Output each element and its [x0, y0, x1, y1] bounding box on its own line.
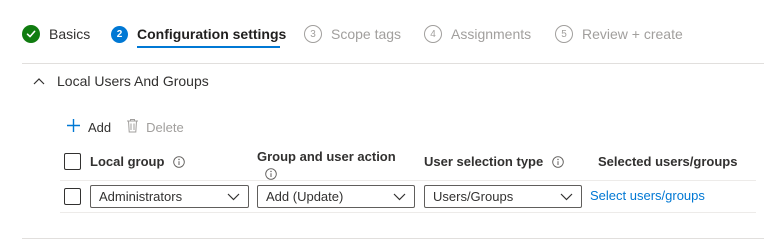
select-users-groups-link[interactable]: Select users/groups — [590, 188, 705, 203]
step-label: Configuration settings — [137, 26, 287, 42]
header-divider — [22, 63, 764, 64]
wizard-steps: Basics 2 Configuration settings 3 Scope … — [0, 0, 771, 64]
info-icon[interactable] — [173, 155, 186, 168]
step-number: 5 — [555, 25, 573, 43]
info-icon[interactable] — [265, 168, 277, 180]
group-user-action-dropdown[interactable]: Add (Update) — [257, 185, 415, 208]
chevron-down-icon — [560, 189, 581, 204]
step-number: 3 — [304, 25, 322, 43]
header-row-divider — [60, 180, 756, 181]
section-bottom-divider — [22, 238, 764, 239]
column-header-local-group: Local group — [90, 153, 186, 170]
step-review-create[interactable]: 5 Review + create — [555, 24, 683, 44]
step-scope-tags[interactable]: 3 Scope tags — [304, 24, 401, 44]
column-header-group-user-action: Group and user action — [257, 148, 396, 165]
section-title: Local Users And Groups — [57, 73, 209, 89]
row-checkbox[interactable] — [64, 188, 81, 205]
checkmark-icon — [22, 25, 40, 43]
delete-button[interactable]: Delete — [126, 118, 184, 136]
active-step-indicator — [137, 46, 280, 48]
step-configuration-settings[interactable]: 2 Configuration settings — [111, 24, 286, 44]
user-selection-type-dropdown[interactable]: Users/Groups — [424, 185, 582, 208]
step-label: Assignments — [451, 26, 532, 42]
step-number: 4 — [424, 25, 442, 43]
dropdown-value: Add (Update) — [266, 189, 344, 204]
info-icon[interactable] — [552, 155, 564, 168]
row-divider — [60, 212, 756, 213]
local-group-dropdown[interactable]: Administrators — [90, 185, 249, 208]
select-all-checkbox[interactable] — [64, 153, 81, 170]
step-label: Review + create — [582, 26, 683, 42]
add-button[interactable]: Add — [66, 118, 111, 136]
chevron-down-icon — [393, 189, 414, 204]
column-label: User selection type — [424, 154, 544, 169]
chevron-down-icon — [227, 189, 248, 204]
plus-icon — [66, 118, 81, 136]
section-toggle-local-users-groups[interactable]: Local Users And Groups — [33, 71, 209, 91]
step-label: Basics — [49, 26, 91, 42]
column-header-selected-users-groups: Selected users/groups — [598, 153, 737, 170]
delete-label: Delete — [146, 119, 184, 135]
column-label: Local group — [90, 154, 165, 169]
trash-icon — [126, 118, 139, 136]
step-label: Scope tags — [331, 26, 402, 42]
dropdown-value: Users/Groups — [433, 189, 514, 204]
step-assignments[interactable]: 4 Assignments — [424, 24, 531, 44]
add-label: Add — [88, 119, 112, 135]
step-basics[interactable]: Basics — [22, 24, 90, 44]
column-label: Group and user action — [257, 149, 396, 164]
column-label: Selected users/groups — [598, 154, 738, 169]
toolbar: Add Delete — [66, 116, 184, 138]
dropdown-value: Administrators — [99, 189, 183, 204]
chevron-up-icon — [33, 72, 45, 90]
step-number: 2 — [111, 25, 128, 43]
column-header-user-selection-type: User selection type — [424, 153, 564, 170]
